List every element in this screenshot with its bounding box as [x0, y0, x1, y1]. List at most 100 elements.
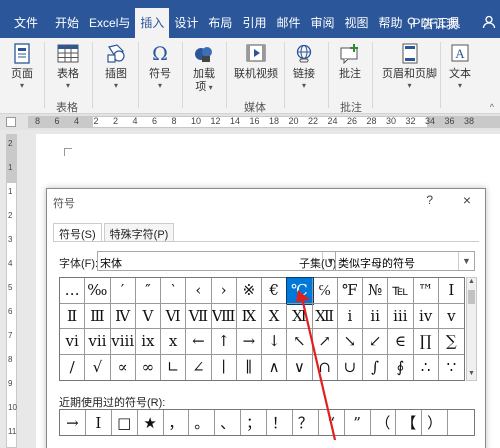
symbol-cell[interactable]: ⅴ: [438, 304, 464, 329]
symbol-cell[interactable]: ∧: [262, 354, 288, 380]
symbol-cell[interactable]: ⅲ: [388, 303, 414, 329]
symbol-cell[interactable]: ℅: [312, 278, 338, 304]
scroll-down-icon[interactable]: ▼: [467, 370, 476, 380]
symbol-cell[interactable]: ⅳ: [413, 303, 439, 329]
tab-excel[interactable]: Excel与: [84, 8, 135, 38]
close-button[interactable]: ×: [463, 192, 471, 208]
symbol-button[interactable]: Ω 符号 ▾: [148, 40, 172, 90]
recent-symbol-cell[interactable]: ★: [138, 410, 164, 435]
symbol-cell[interactable]: ∕: [60, 354, 86, 380]
symbol-cell[interactable]: Ⅳ: [110, 303, 136, 329]
table-button[interactable]: 表格 ▾: [56, 40, 80, 90]
recent-symbol-cell[interactable]: →: [60, 410, 86, 435]
symbol-cell[interactable]: Ⅱ: [60, 303, 86, 329]
recent-symbol-cell[interactable]: 。: [189, 410, 216, 435]
symbol-cell[interactable]: ⅹ: [161, 329, 187, 355]
symbol-cell[interactable]: Ⅶ: [186, 303, 212, 329]
symbol-cell[interactable]: ‹: [186, 278, 212, 304]
symbol-cell[interactable]: ∥: [237, 354, 262, 380]
symbol-cell[interactable]: Ⅻ: [312, 303, 338, 329]
symbol-grid-scrollbar[interactable]: ▲ ▼: [466, 277, 477, 381]
scroll-thumb[interactable]: [468, 290, 475, 304]
recent-symbol-cell[interactable]: ）: [422, 410, 449, 435]
symbol-cell[interactable]: ※: [236, 278, 262, 304]
tab-special-characters[interactable]: 特殊字符(P): [103, 223, 175, 241]
symbol-cell[interactable]: ↗: [312, 329, 338, 355]
symbol-cell[interactable]: Ⅲ: [85, 303, 111, 329]
tab-mailings[interactable]: 邮件: [271, 8, 305, 38]
symbol-cell[interactable]: Ⅺ: [287, 303, 313, 329]
scroll-up-icon[interactable]: ▲: [467, 278, 476, 288]
symbol-cell[interactable]: ∞: [136, 354, 161, 380]
symbol-cell[interactable]: ™: [413, 278, 439, 304]
symbol-cell[interactable]: ′: [110, 278, 136, 304]
symbol-cell[interactable]: ∣: [212, 354, 237, 380]
symbol-cell[interactable]: ∠: [186, 354, 212, 380]
symbol-cell[interactable]: Ⅰ: [438, 278, 464, 304]
vertical-ruler[interactable]: 2 1 1 2 3 4 5 6 7 8 9 10 11: [6, 134, 17, 448]
symbol-cell[interactable]: ∏: [413, 329, 439, 355]
recent-symbol-cell[interactable]: Ⅰ: [86, 410, 112, 435]
chevron-down-icon[interactable]: ▼: [458, 252, 474, 270]
tab-symbols[interactable]: 符号(S): [53, 223, 102, 241]
symbol-cell[interactable]: ↓: [262, 329, 288, 355]
comment-button[interactable]: 批注: [338, 40, 362, 81]
symbol-cell[interactable]: ∫: [363, 354, 389, 380]
recent-symbol-cell[interactable]: “: [319, 410, 345, 435]
symbol-cell[interactable]: ↘: [337, 329, 363, 355]
symbol-cell[interactable]: ⅷ: [110, 329, 136, 355]
symbol-cell[interactable]: ℉: [337, 278, 363, 304]
addins-button[interactable]: 加载项 ▾: [192, 40, 216, 94]
symbol-cell[interactable]: →: [236, 329, 262, 355]
symbol-cell[interactable]: ℃: [286, 277, 314, 305]
link-button[interactable]: 链接 ▾: [292, 40, 316, 90]
header-footer-button[interactable]: 页眉和页脚 ▾: [382, 40, 437, 90]
person-icon[interactable]: [464, 15, 500, 32]
text-button[interactable]: A 文本 ▾: [448, 40, 472, 90]
recent-symbol-cell[interactable]: ”: [345, 410, 371, 435]
tab-view[interactable]: 视图: [339, 8, 373, 38]
online-video-button[interactable]: 联机视频: [234, 40, 278, 81]
horizontal-ruler[interactable]: 8 6 4 2 2 4 6 8 10 12 14 16 18 20 22 24 26 28 30 32 34 36 38: [28, 116, 500, 128]
symbol-cell[interactable]: €: [262, 278, 288, 304]
tab-insert[interactable]: 插入: [135, 8, 170, 38]
recent-symbol-cell[interactable]: [448, 410, 474, 435]
recent-symbol-cell[interactable]: □: [112, 410, 138, 435]
tab-file[interactable]: 文件: [0, 8, 50, 38]
symbol-cell[interactable]: ″: [135, 278, 161, 304]
lightbulb-icon[interactable]: ⚲: [400, 15, 416, 31]
recent-symbol-cell[interactable]: ？: [293, 410, 319, 435]
help-button[interactable]: ?: [426, 193, 433, 207]
symbol-cell[interactable]: ⅶ: [85, 329, 111, 355]
symbol-cell[interactable]: ›: [211, 278, 237, 304]
tab-layout[interactable]: 布局: [203, 8, 237, 38]
tell-me[interactable]: 告诉我: [416, 15, 464, 32]
tab-home[interactable]: 开始: [50, 8, 84, 38]
collapse-ribbon-icon[interactable]: ^: [490, 102, 494, 112]
symbol-cell[interactable]: ∩: [313, 354, 338, 380]
recent-symbol-cell[interactable]: 【: [396, 410, 423, 435]
recent-symbol-cell[interactable]: 、: [215, 410, 242, 435]
symbol-cell[interactable]: ∨: [287, 354, 313, 380]
symbol-cell[interactable]: ∟: [161, 354, 187, 380]
symbol-cell[interactable]: №: [363, 278, 389, 304]
symbol-cell[interactable]: ∝: [111, 354, 136, 380]
tab-references[interactable]: 引用: [237, 8, 271, 38]
tab-selector[interactable]: [6, 117, 16, 127]
tab-review[interactable]: 审阅: [305, 8, 339, 38]
symbol-cell[interactable]: ‵: [161, 278, 187, 304]
symbol-cell[interactable]: ←: [186, 329, 212, 355]
symbol-cell[interactable]: ⅵ: [60, 329, 86, 355]
symbol-cell[interactable]: ↖: [287, 329, 313, 355]
symbol-cell[interactable]: Ⅷ: [211, 303, 237, 329]
symbol-cell[interactable]: ∑: [438, 329, 464, 355]
subset-select[interactable]: 类似字母的符号 ▼: [335, 251, 475, 271]
symbol-cell[interactable]: Ⅹ: [262, 303, 288, 329]
symbol-cell[interactable]: ∈: [388, 329, 414, 355]
symbol-cell[interactable]: ⅸ: [135, 329, 161, 355]
symbol-cell[interactable]: ⅱ: [363, 303, 389, 329]
symbol-cell[interactable]: ℡: [388, 278, 414, 304]
symbol-cell[interactable]: ∵: [439, 355, 464, 381]
tab-design[interactable]: 设计: [169, 8, 203, 38]
symbol-cell[interactable]: ∴: [414, 354, 439, 380]
